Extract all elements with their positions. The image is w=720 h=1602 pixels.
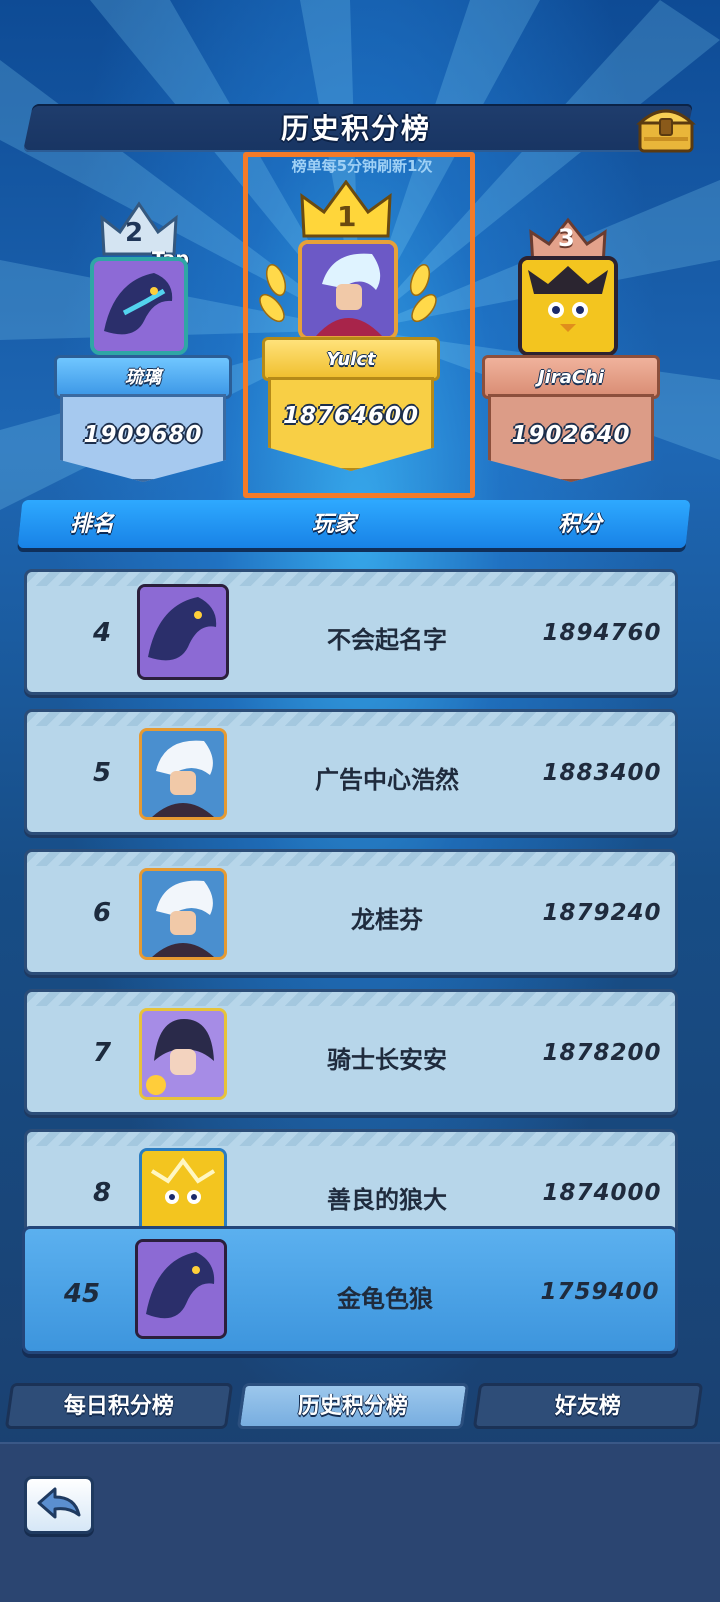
row-score: 1879240 [542,900,662,926]
row-player-name: 广告中心浩然 [315,766,459,794]
tab-history-label: 历史积分榜 [297,1394,408,1419]
treasure-chest-icon[interactable] [636,101,696,155]
row-score: 1883400 [542,760,662,786]
tab-daily-label: 每日积分榜 [63,1394,174,1419]
back-button[interactable] [24,1476,94,1534]
tab-history[interactable]: 历史积分榜 [236,1383,470,1429]
avatar[interactable] [139,728,227,820]
avatar[interactable] [90,257,188,355]
my-score: 1759400 [540,1279,660,1305]
table-row[interactable]: 7 骑士长安安 1878200 [24,989,678,1115]
row-player-name: 善良的狼大 [327,1186,447,1214]
row-score: 1878200 [542,1040,662,1066]
row-player-name: 不会起名字 [327,626,447,654]
yellow-creature-avatar-icon [522,260,614,352]
dragon-avatar-icon [140,587,226,677]
avatar[interactable] [135,1239,227,1339]
row-score: 1874000 [542,1180,662,1206]
table-row[interactable]: 5 广告中心浩然 1883400 [24,709,678,835]
my-rank-row[interactable]: 45 金龟色狼 1759400 [22,1226,678,1354]
rank-3-number: 3 [558,224,575,252]
row-stripe [27,852,675,866]
white-hair-hero-avatar-icon [142,731,224,817]
column-score: 积分 [558,512,603,537]
column-player: 玩家 [312,512,357,537]
rank-3-name: JiraChi [482,355,660,399]
tab-daily[interactable]: 每日积分榜 [4,1383,234,1429]
avatar[interactable] [139,868,227,960]
page-title: 历史积分榜 [280,112,431,145]
table-row[interactable]: 8 善良的狼大 1874000 [24,1129,678,1235]
avatar[interactable] [137,584,229,680]
table-row[interactable]: 4 不会起名字 1894760 [24,569,678,695]
avatar[interactable] [139,1008,227,1100]
row-stripe [27,1132,675,1146]
row-rank: 6 [92,898,112,928]
rank-2-name: 琉璃 [54,355,232,399]
knight-girl-avatar-icon [142,1011,224,1097]
dragon-avatar-icon [94,261,184,351]
row-player-name: 骑士长安安 [327,1046,447,1074]
tab-friends[interactable]: 好友榜 [472,1383,704,1429]
rank-1-number: 1 [337,200,357,233]
row-stripe [27,992,675,1006]
leaderboard-list[interactable]: 4 不会起名字 1894760 5 广告中心浩然 1883400 6 龙桂芬 1… [0,555,720,1235]
tab-friends-label: 好友榜 [554,1394,621,1419]
row-rank: 8 [92,1178,112,1208]
row-player-name: 龙桂芬 [351,906,423,934]
avatar[interactable] [298,240,398,340]
white-hair-hero-avatar-icon [142,871,224,957]
row-stripe [27,572,675,586]
my-player-name: 金龟色狼 [337,1285,433,1313]
avatar[interactable] [518,256,618,356]
bottom-bar [0,1442,720,1602]
rank-1-name: Yulct [262,337,440,381]
dragon-avatar-icon [138,1242,224,1336]
avatar[interactable] [139,1148,227,1235]
row-rank: 5 [92,758,112,788]
back-arrow-icon [37,1487,81,1519]
table-row[interactable]: 6 龙桂芬 1879240 [24,849,678,975]
hero-avatar-icon [302,244,394,336]
refresh-note: 榜单每5分钟刷新1次 [291,159,433,175]
rank-2-number: 2 [125,218,144,248]
row-rank: 4 [92,618,112,648]
row-score: 1894760 [542,620,662,646]
column-rank: 排名 [70,512,115,537]
row-stripe [27,712,675,726]
yellow-creature-avatar-icon [142,1151,224,1235]
my-rank: 45 [63,1279,101,1309]
row-rank: 7 [92,1038,112,1068]
